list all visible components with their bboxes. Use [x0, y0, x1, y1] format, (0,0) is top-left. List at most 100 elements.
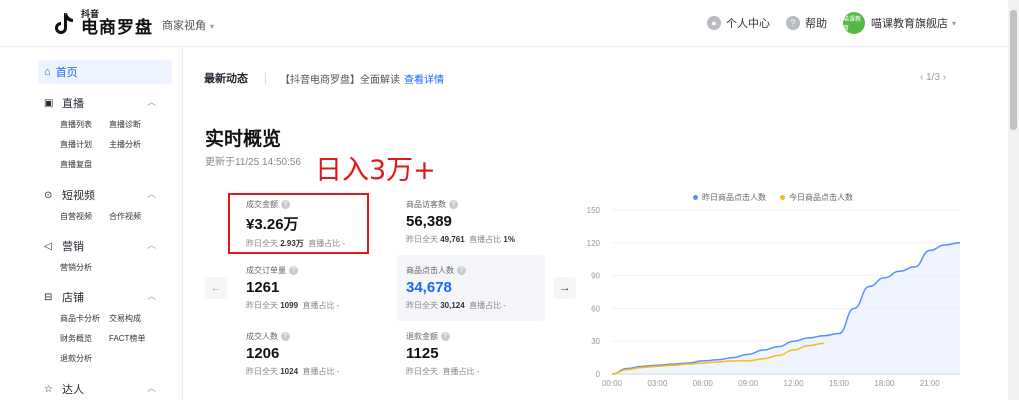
arrow-right-icon: → — [559, 282, 571, 294]
sidebar-item-label: 首页 — [55, 67, 78, 79]
sidebar-item-home[interactable]: ⌂ 首页 — [38, 60, 172, 84]
y-tick-label: 0 — [596, 370, 601, 379]
chevron-down-icon: ▾ — [951, 18, 956, 28]
sidebar-item-trade-structure[interactable]: 交易构成 — [109, 309, 169, 329]
sidebar-item-live-plan[interactable]: 直播计划 — [60, 135, 109, 155]
sub-suffix: 直播占比 — [469, 235, 502, 244]
x-tick-label: 15:00 — [829, 379, 850, 388]
metric-orders[interactable]: 成交订单量? 1261 昨日全天 1099 直播占比 - — [246, 265, 386, 311]
updated-time: 更新于11/25 14:50:56 — [205, 157, 301, 168]
shop-switcher[interactable]: 喵课教育 喵课教育旗舰店 ▾ — [842, 12, 956, 34]
sub-value: 49,761 — [440, 235, 465, 244]
section-label: 短视频 — [62, 190, 95, 202]
sidebar-item-finance[interactable]: 财务概览 — [60, 329, 109, 349]
section-label: 营销 — [62, 241, 84, 253]
sub-prefix: 昨日全天 — [406, 367, 438, 376]
shop-name: 喵课教育旗舰店 — [870, 18, 948, 30]
sidebar-item-live-review[interactable]: 直播复盘 — [60, 155, 109, 175]
influencer-icon: ☆ — [44, 383, 53, 395]
chevron-up-icon: ︿ — [146, 240, 156, 250]
logo[interactable]: 抖音 电商罗盘 — [53, 10, 153, 37]
metric-value: 1206 — [246, 345, 280, 362]
metric-label: 退款金额 — [406, 332, 438, 341]
click-trend-chart: 0 30 60 90 120 150 00:00 03:00 06:00 09:00 12:00 15… — [587, 206, 961, 388]
chevron-up-icon: ︿ — [146, 189, 156, 199]
metric-value: 34,678 — [406, 279, 452, 296]
personal-center-link[interactable]: ● 个人中心 — [706, 15, 770, 31]
y-tick-label: 30 — [591, 337, 600, 346]
x-tick-label: 12:00 — [784, 379, 805, 388]
logo-title: 电商罗盘 — [81, 18, 153, 37]
sidebar: ⌂ 首页 ▣ 直播 ︿ 直播列表 直播诊断 直播计划 主播分析 直播复盘 ⊙ 短… — [0, 48, 183, 400]
prev-metrics-button[interactable]: ← — [205, 277, 227, 299]
metric-value: 1125 — [406, 345, 439, 362]
shop-icon: ⊟ — [44, 291, 53, 303]
metric-buyers[interactable]: 成交人数? 1206 昨日全天 1024 直播占比 - — [246, 331, 386, 377]
sidebar-item-live-diagnosis[interactable]: 直播诊断 — [109, 115, 169, 135]
sub-suffix: 直播占比 — [302, 367, 335, 376]
personal-center-label: 个人中心 — [725, 18, 770, 30]
sidebar-item-fact-ranking[interactable]: FACT榜单 — [109, 329, 169, 349]
pager-next-icon[interactable]: › — [940, 72, 946, 83]
section-label: 达人 — [62, 384, 84, 396]
y-tick-label: 150 — [587, 206, 601, 215]
x-tick-label: 09:00 — [738, 379, 759, 388]
sidebar-item-live-list[interactable]: 直播列表 — [60, 115, 109, 135]
metric-label: 商品点击人数 — [406, 266, 454, 275]
scroll-thumb[interactable] — [1010, 10, 1017, 130]
view-switch-dropdown[interactable]: 商家视角 ▾ — [162, 17, 214, 33]
sub-prefix: 昨日全天 — [246, 301, 278, 310]
divider — [265, 72, 266, 84]
metric-sub: 昨日全天 1099 直播占比 - — [246, 301, 340, 310]
sub-value: 30,124 — [440, 301, 465, 310]
sub-value: 1099 — [280, 301, 299, 310]
sidebar-section-title[interactable]: ⊙ 短视频 ︿ — [44, 186, 164, 204]
question-icon[interactable]: ? — [457, 266, 466, 275]
chevron-up-icon: ︿ — [146, 97, 156, 107]
sidebar-section-title[interactable]: ▣ 直播 ︿ — [44, 94, 164, 112]
help-label: 帮助 — [804, 18, 827, 30]
metric-value: 1261 — [246, 279, 280, 296]
sub-prefix: 昨日全天 — [246, 367, 278, 376]
sidebar-section-title[interactable]: ☆ 达人 ︿ — [44, 380, 164, 398]
chevron-down-icon: ▾ — [210, 22, 215, 31]
sidebar-section-influencer: ☆ 达人 ︿ — [44, 380, 164, 398]
sub-value: 1024 — [280, 367, 299, 376]
sub-pct: 1% — [503, 235, 515, 244]
section-label: 直播 — [62, 98, 84, 110]
question-icon[interactable]: ? — [281, 332, 290, 341]
y-tick-label: 120 — [587, 239, 601, 248]
sidebar-item-own-video[interactable]: 自营视频 — [60, 207, 109, 227]
sidebar-item-marketing-analysis[interactable]: 营销分析 — [60, 258, 109, 278]
sidebar-item-host-analysis[interactable]: 主播分析 — [109, 135, 169, 155]
metric-product-clicks[interactable]: 商品点击人数? 34,678 昨日全天 30,124 直播占比 - — [406, 265, 546, 311]
question-icon[interactable]: ? — [449, 200, 458, 209]
metric-sub: 昨日全天 直播占比 - — [406, 367, 480, 376]
news-title: 最新动态 — [204, 73, 248, 85]
help-link[interactable]: ? 帮助 — [785, 15, 827, 31]
sidebar-section-marketing: ◁ 营销 ︿ 营销分析 — [44, 237, 164, 278]
x-tick-label: 21:00 — [920, 379, 941, 388]
chevron-up-icon: ︿ — [146, 291, 156, 301]
metric-visitors[interactable]: 商品访客数? 56,389 昨日全天 49,761 直播占比 1% — [406, 199, 546, 245]
news-detail-link[interactable]: 查看详情 — [404, 71, 444, 86]
pager-text: 1/3 — [926, 72, 941, 83]
sub-suffix: 直播占比 — [442, 367, 475, 376]
sidebar-item-product-card[interactable]: 商品卡分析 — [60, 309, 109, 329]
metric-refund[interactable]: 退款金额? 1125 昨日全天 直播占比 - — [406, 331, 546, 377]
question-icon[interactable]: ? — [289, 266, 298, 275]
annotation-highlight-box — [228, 193, 369, 254]
sidebar-section-title[interactable]: ⊟ 店铺 ︿ — [44, 288, 164, 306]
question-icon[interactable]: ? — [441, 332, 450, 341]
sidebar-section-title[interactable]: ◁ 营销 ︿ — [44, 237, 164, 255]
metric-sub: 昨日全天 1024 直播占比 - — [246, 367, 340, 376]
metric-label: 成交订单量 — [246, 266, 286, 275]
sidebar-item-coop-video[interactable]: 合作视频 — [109, 207, 169, 227]
sidebar-section-live: ▣ 直播 ︿ 直播列表 直播诊断 直播计划 主播分析 直播复盘 — [44, 94, 164, 175]
user-icon: ● — [706, 16, 721, 30]
avatar: 喵课教育 — [842, 12, 865, 34]
x-tick-label: 06:00 — [693, 379, 714, 388]
sidebar-item-refund-analysis[interactable]: 退款分析 — [60, 349, 109, 369]
page-scrollbar[interactable] — [1008, 0, 1019, 400]
help-icon: ? — [785, 16, 800, 30]
